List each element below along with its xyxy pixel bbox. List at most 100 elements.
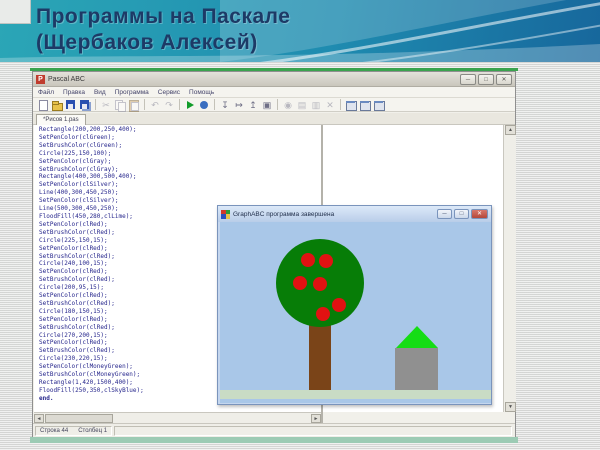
code-line: Circle(180,150,15); <box>39 308 144 316</box>
step-out-icon[interactable]: ↥ <box>247 99 259 111</box>
code-line: Circle(200,95,15); <box>39 284 144 292</box>
toolbar-separator <box>95 99 96 110</box>
minimize-button[interactable]: ─ <box>460 74 476 85</box>
graphabc-app-icon <box>221 210 230 219</box>
ide-window-title: Pascal ABC <box>48 76 85 83</box>
code-line: Circle(270,200,15); <box>39 332 144 340</box>
maximize-button[interactable]: □ <box>478 74 494 85</box>
scroll-right-arrow-icon[interactable]: ► <box>311 414 321 423</box>
code-line: SetBrushColor(clRed); <box>39 300 144 308</box>
ide-toolbar: ✂ ↶↷ ↧↦↥▣ ◉▤▥✕ <box>33 97 515 112</box>
scroll-down-arrow-icon[interactable]: ▼ <box>505 402 516 412</box>
code-line: SetBrushColor(clMoneyGreen); <box>39 371 144 379</box>
horizontal-scrollbar[interactable]: ◄ ► <box>34 412 321 423</box>
code-line: Circle(240,100,15); <box>39 260 144 268</box>
code-text[interactable]: Rectangle(200,200,250,400);SetPenColor(c… <box>39 126 144 403</box>
code-line: SetPenColor(clRed); <box>39 245 144 253</box>
tree-trunk <box>309 325 331 391</box>
scroll-left-arrow-icon[interactable]: ◄ <box>34 414 44 423</box>
graph-maximize-button[interactable]: □ <box>454 209 469 219</box>
status-column: Столбец 1 <box>78 428 107 434</box>
step-into-icon[interactable]: ↧ <box>219 99 231 111</box>
menu-item-4[interactable]: Сервис <box>158 89 180 96</box>
house-body <box>395 348 438 390</box>
screenshot-bottom-edge <box>30 437 518 443</box>
code-line: SetPenColor(clMoneyGreen); <box>39 363 144 371</box>
cut-icon[interactable]: ✂ <box>100 99 112 111</box>
apple <box>319 254 333 268</box>
code-line: Rectangle(1,420,1500,400); <box>39 379 144 387</box>
graph-scene <box>220 222 491 403</box>
ide-tabbar: *Рисов 1.pas <box>33 113 515 125</box>
apple <box>293 276 307 290</box>
code-line: Circle(225,150,100); <box>39 150 144 158</box>
menu-item-3[interactable]: Программа <box>115 89 149 96</box>
ide-statusbar: Строка 44 Столбец 1 <box>33 423 515 437</box>
stop-icon[interactable] <box>198 99 210 111</box>
apple <box>332 298 346 312</box>
cursor-position-panel: Строка 44 Столбец 1 <box>35 426 112 436</box>
vertical-scrollbar[interactable]: ▲ ▼ <box>503 125 516 412</box>
toolbar-separator <box>340 99 341 110</box>
undo-icon[interactable]: ↶ <box>149 99 161 111</box>
status-line: Строка 44 <box>40 428 68 434</box>
watch-icon[interactable]: ◉ <box>282 99 294 111</box>
code-line: SetBrushColor(clRed); <box>39 347 144 355</box>
step-over-icon[interactable]: ↦ <box>233 99 245 111</box>
toolbar-separator <box>179 99 180 110</box>
code-line: SetBrushColor(clRed); <box>39 253 144 261</box>
frames-icon[interactable]: ▤ <box>296 99 308 111</box>
code-line: end. <box>39 395 144 403</box>
graphabc-canvas <box>220 222 491 403</box>
save-all-icon[interactable] <box>79 99 91 111</box>
save-icon[interactable] <box>65 99 77 111</box>
graphabc-title: GraphABC программа завершена <box>233 211 334 218</box>
code-line: SetPenColor(clRed); <box>39 292 144 300</box>
run-icon[interactable] <box>184 99 196 111</box>
code-line: Rectangle(400,300,500,400); <box>39 173 144 181</box>
scroll-up-arrow-icon[interactable]: ▲ <box>505 125 516 135</box>
menu-item-0[interactable]: Файл <box>38 89 54 96</box>
code-line: Line(500,300,450,250); <box>39 205 144 213</box>
code-line: SetPenColor(clRed); <box>39 268 144 276</box>
menu-item-5[interactable]: Помощь <box>189 89 214 96</box>
apple <box>316 307 330 321</box>
graphabc-titlebar[interactable]: GraphABC программа завершена ─ □ ✕ <box>218 206 491 222</box>
slide-title-line2: (Щербаков Алексей) <box>36 31 258 55</box>
graph-close-button[interactable]: ✕ <box>471 209 488 219</box>
ide-titlebar[interactable]: P Pascal ABC ─ □ ✕ <box>33 72 515 87</box>
code-line: Circle(225,150,15); <box>39 237 144 245</box>
close-button[interactable]: ✕ <box>496 74 512 85</box>
code-line: SetPenColor(clRed); <box>39 316 144 324</box>
copy-icon[interactable] <box>114 99 126 111</box>
code-line: SetPenColor(clGray); <box>39 158 144 166</box>
code-line: Line(400,300,450,250); <box>39 189 144 197</box>
paste-icon[interactable] <box>128 99 140 111</box>
code-line: SetBrushColor(clRed); <box>39 229 144 237</box>
menu-item-1[interactable]: Правка <box>63 89 85 96</box>
slide-corner-box <box>0 0 31 24</box>
new-file-icon[interactable] <box>37 99 49 111</box>
slide-title-line1: Программы на Паскале <box>36 5 290 29</box>
window-cascade-icon[interactable] <box>345 99 357 111</box>
presentation-slide: Программы на Паскале (Щербаков Алексей) … <box>0 0 600 450</box>
toolbar-separator <box>277 99 278 110</box>
close-x-icon[interactable]: ✕ <box>324 99 336 111</box>
run-to-cursor-icon[interactable]: ▣ <box>261 99 273 111</box>
code-line: SetBrushColor(clGray); <box>39 166 144 174</box>
toolbar-separator <box>214 99 215 110</box>
modules-icon[interactable]: ▥ <box>310 99 322 111</box>
horizontal-scroll-thumb[interactable] <box>45 414 113 423</box>
ide-menubar: Файл Правка Вид Программа Сервис Помощь <box>33 87 515 97</box>
window-tile-icon[interactable] <box>359 99 371 111</box>
menu-item-2[interactable]: Вид <box>94 89 106 96</box>
status-message-panel <box>114 426 512 436</box>
open-file-icon[interactable] <box>51 99 63 111</box>
code-line: FloodFill(250,350,clSkyBlue); <box>39 387 144 395</box>
apple <box>301 253 315 267</box>
redo-icon[interactable]: ↷ <box>163 99 175 111</box>
code-line: SetBrushColor(clRed); <box>39 324 144 332</box>
window-arrange-icon[interactable] <box>373 99 385 111</box>
graph-minimize-button[interactable]: ─ <box>437 209 452 219</box>
toolbar-separator <box>144 99 145 110</box>
